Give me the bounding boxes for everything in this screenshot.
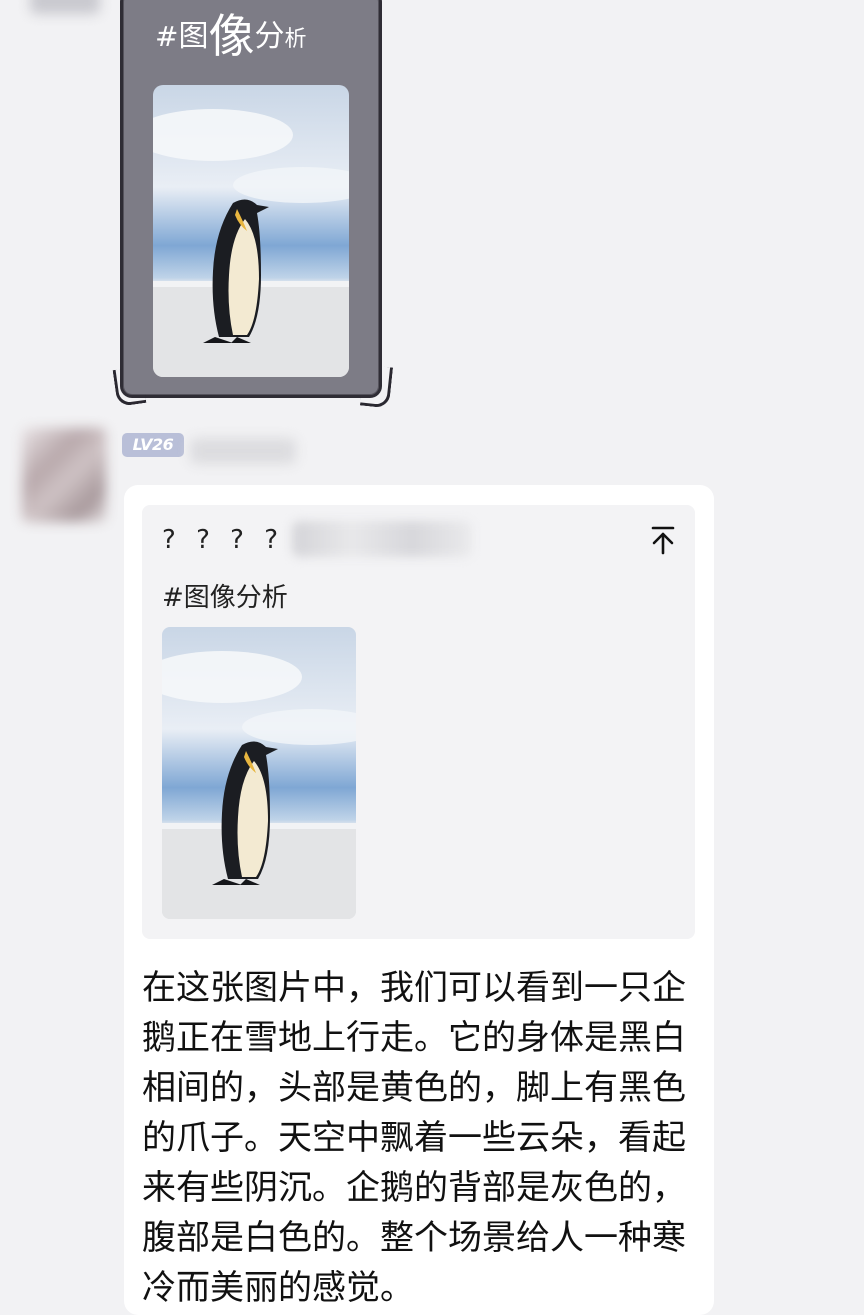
- title-char-1: 图: [178, 19, 209, 54]
- quote-sender-blurred: [292, 521, 472, 557]
- frame-decoration-left: [112, 366, 147, 407]
- quoted-penguin-photo[interactable]: [162, 627, 356, 919]
- username-blurred[interactable]: [190, 438, 296, 464]
- title-char-2: 像: [208, 9, 255, 63]
- sent-image-card[interactable]: #图像分析: [112, 0, 394, 409]
- penguin-photo[interactable]: [153, 85, 349, 377]
- quote-tag-text: #图像分析: [162, 583, 288, 613]
- avatar-blurred-top: [30, 0, 100, 14]
- title-char-4: 析: [284, 27, 307, 52]
- quote-sender: ? ? ? ?: [162, 525, 284, 555]
- penguin-image-icon: [153, 85, 349, 377]
- frame-decoration-right: [359, 364, 394, 409]
- avatar-blurred[interactable]: [22, 428, 106, 522]
- reply-message-bubble[interactable]: ? ? ? ? #图像分析 在这张图片中，我们可以看到一只企鹅正在雪地上行走。它…: [124, 485, 714, 1315]
- level-badge: LV26: [122, 433, 184, 457]
- penguin-image-icon: [162, 627, 356, 919]
- title-char-3: 分: [254, 19, 285, 54]
- sent-card-title: #图像分析: [155, 13, 306, 59]
- message-text: 在这张图片中，我们可以看到一只企鹅正在雪地上行走。它的身体是黑白相间的，头部是黄…: [142, 968, 686, 1308]
- title-hash: #: [155, 20, 179, 53]
- quoted-message[interactable]: ? ? ? ? #图像分析: [142, 505, 695, 939]
- pin-to-top-icon[interactable]: [649, 525, 677, 555]
